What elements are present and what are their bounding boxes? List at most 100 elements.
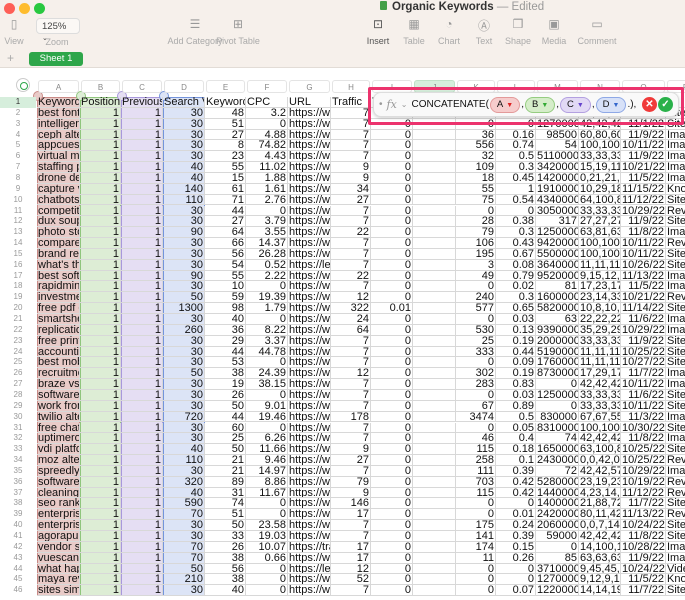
table-cell[interactable]: 703	[456, 476, 496, 488]
table-cell[interactable]	[413, 498, 456, 510]
table-cell[interactable]: Imag	[666, 281, 685, 293]
row-header-30[interactable]: 30	[0, 412, 36, 423]
table-cell[interactable]: 0	[246, 357, 288, 369]
table-cell[interactable]	[413, 433, 456, 445]
table-cell[interactable]: 10,8,10,7	[579, 303, 621, 314]
table-cell[interactable]: 59	[205, 292, 246, 304]
table-cell[interactable]: appcues	[37, 140, 80, 152]
table-cell[interactable]: 11/14/22	[621, 303, 666, 314]
table-cell[interactable]: 8.86	[246, 476, 288, 488]
table-cell[interactable]: 11/8/22	[621, 227, 666, 239]
chevron-down-icon[interactable]: ⌄	[401, 100, 408, 109]
table-cell[interactable]: 0	[371, 172, 413, 184]
table-cell[interactable]: 1	[80, 292, 121, 304]
table-cell[interactable]: 19.03	[246, 531, 288, 542]
table-cell[interactable]: 2.76	[246, 194, 288, 206]
table-cell[interactable]: best mob	[37, 357, 80, 369]
table-cell[interactable]: 23	[205, 151, 246, 163]
table-cell[interactable]: 0.79	[496, 270, 536, 282]
table-cell[interactable]: 63,100,8	[579, 444, 621, 456]
table-cell[interactable]: 1	[121, 531, 163, 542]
table-cell[interactable]: 3.79	[246, 216, 288, 228]
table-cell[interactable]: 11/6/22	[621, 314, 666, 325]
table-cell[interactable]: 111	[456, 465, 496, 477]
text-button[interactable]: Ⓐ Text	[476, 17, 493, 46]
table-cell[interactable]: 9	[331, 172, 371, 184]
table-cell[interactable]: 30	[163, 259, 205, 271]
table-cell[interactable]	[413, 270, 456, 282]
table-cell[interactable]	[413, 400, 456, 412]
table-cell[interactable]: software	[37, 389, 80, 401]
table-cell[interactable]: 1760000	[536, 357, 579, 369]
table-cell[interactable]: 98	[205, 303, 246, 314]
table-cell[interactable]: 0.1	[496, 455, 536, 466]
table-cell[interactable]: 9520000	[536, 270, 579, 282]
table-cell[interactable]: 0	[246, 205, 288, 217]
table-cell[interactable]: free chat	[37, 422, 80, 434]
table-cell[interactable]: 0	[371, 422, 413, 434]
table-cell[interactable]: 19.46	[246, 411, 288, 423]
row-header-12[interactable]: 12	[0, 216, 36, 227]
table-cell[interactable]: 1	[121, 585, 163, 597]
table-cell[interactable]: 0	[371, 411, 413, 423]
table-cell[interactable]: 0	[246, 585, 288, 597]
table-cell[interactable]: Rev	[666, 455, 685, 466]
table-cell[interactable]	[413, 411, 456, 423]
media-button[interactable]: ▣ Media	[542, 17, 567, 46]
table-cell[interactable]: 7	[331, 248, 371, 260]
table-cell[interactable]: vuescan	[37, 552, 80, 564]
table-cell[interactable]: 1270000	[536, 574, 579, 586]
table-cell[interactable]: Site	[666, 498, 685, 510]
table-cell[interactable]: 0,21,21,2	[579, 172, 621, 184]
view-button[interactable]: ▯ View	[4, 17, 23, 46]
table-cell[interactable]: 1300	[163, 303, 205, 314]
table-cell[interactable]: 1	[121, 498, 163, 510]
row-header-26[interactable]: 26	[0, 368, 36, 379]
table-cell[interactable]: 1	[80, 476, 121, 488]
table-cell[interactable]: 63	[536, 314, 579, 325]
row-header-32[interactable]: 32	[0, 433, 36, 444]
table-cell[interactable]: https://w	[288, 520, 331, 531]
table-cell[interactable]: 51	[205, 118, 246, 130]
table-cell[interactable]: 44.78	[246, 346, 288, 358]
table-cell[interactable]: 10/29/22	[621, 205, 666, 217]
table-cell[interactable]: 7	[331, 585, 371, 597]
table-cell[interactable]: 60	[205, 422, 246, 434]
table-cell[interactable]: 0	[456, 205, 496, 217]
table-cell[interactable]: 30	[163, 531, 205, 542]
table-cell[interactable]: 1	[121, 433, 163, 445]
table-cell[interactable]: 141	[456, 531, 496, 542]
table-cell[interactable]: 27	[205, 129, 246, 141]
row-header-36[interactable]: 36	[0, 477, 36, 488]
table-cell[interactable]: 21	[205, 465, 246, 477]
column-header-g[interactable]: G	[289, 80, 330, 93]
table-cell[interactable]: 1	[80, 129, 121, 141]
table-cell[interactable]: 174	[456, 541, 496, 553]
table-cell[interactable]: 0	[371, 368, 413, 380]
table-cell[interactable]: 333	[456, 346, 496, 358]
table-cell[interactable]: 1910000	[536, 183, 579, 195]
table-cell[interactable]: 11/5/22	[621, 574, 666, 586]
table-cell[interactable]: 1	[121, 455, 163, 466]
table-cell[interactable]: 10/11/22	[621, 379, 666, 390]
table-cell[interactable]	[413, 303, 456, 314]
table-cell[interactable]: 0	[371, 314, 413, 325]
table-cell[interactable]: 146	[331, 498, 371, 510]
table-cell[interactable]: Site	[666, 303, 685, 314]
table-cell[interactable]: virtual ma	[37, 151, 80, 163]
table-cell[interactable]: 85	[536, 552, 579, 564]
table-cell[interactable]: 0	[371, 194, 413, 206]
table-cell[interactable]: 1	[121, 411, 163, 423]
table-cell[interactable]: https://w	[288, 368, 331, 380]
table-cell[interactable]: 1	[121, 324, 163, 336]
table-cell[interactable]: 1	[80, 422, 121, 434]
table-cell[interactable]: 3474	[456, 411, 496, 423]
table-cell[interactable]: 0	[371, 389, 413, 401]
table-cell[interactable]: 11/13/22	[621, 509, 666, 521]
zoom-window-button[interactable]	[34, 3, 45, 14]
table-cell[interactable]: 0.44	[496, 346, 536, 358]
row-header-29[interactable]: 29	[0, 401, 36, 412]
table-cell[interactable]	[413, 563, 456, 575]
formula-editor[interactable]: • fx ⌄ CONCATENATE( A ▼, B ▼, C ▼, D ▼ .), ✕…	[373, 92, 679, 117]
table-cell[interactable]: 49	[456, 270, 496, 282]
